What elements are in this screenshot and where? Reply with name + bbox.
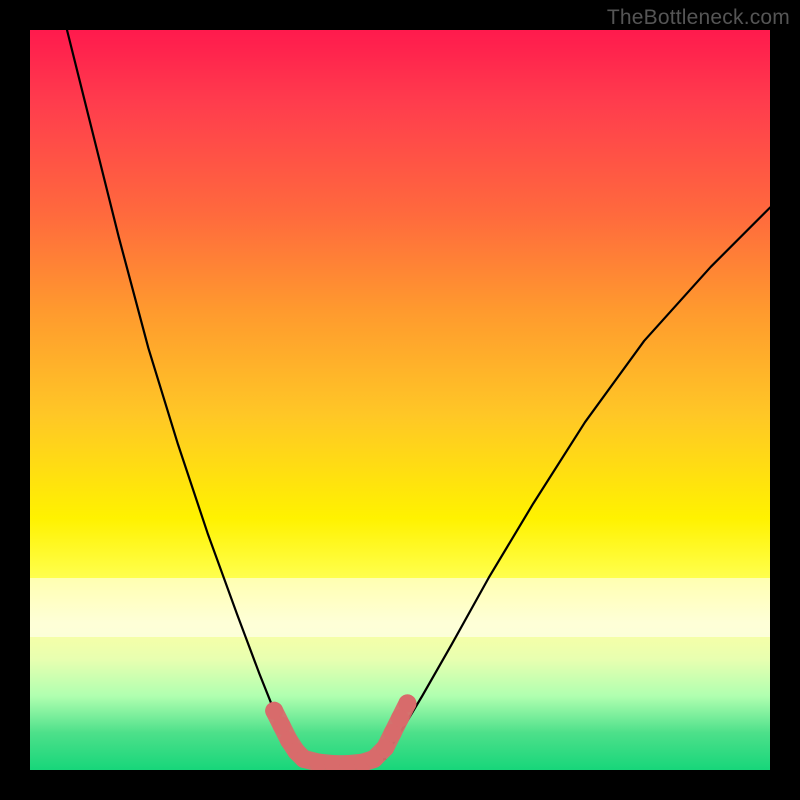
watermark-text: TheBottleneck.com [607,6,790,30]
marker-group [265,694,416,770]
chart-svg [30,30,770,770]
curve-right-curve [385,208,770,756]
curve-group [67,30,770,766]
chart-frame: TheBottleneck.com [0,0,800,800]
plot-area [30,30,770,770]
curve-left-curve [67,30,296,755]
marker-point [398,694,416,712]
